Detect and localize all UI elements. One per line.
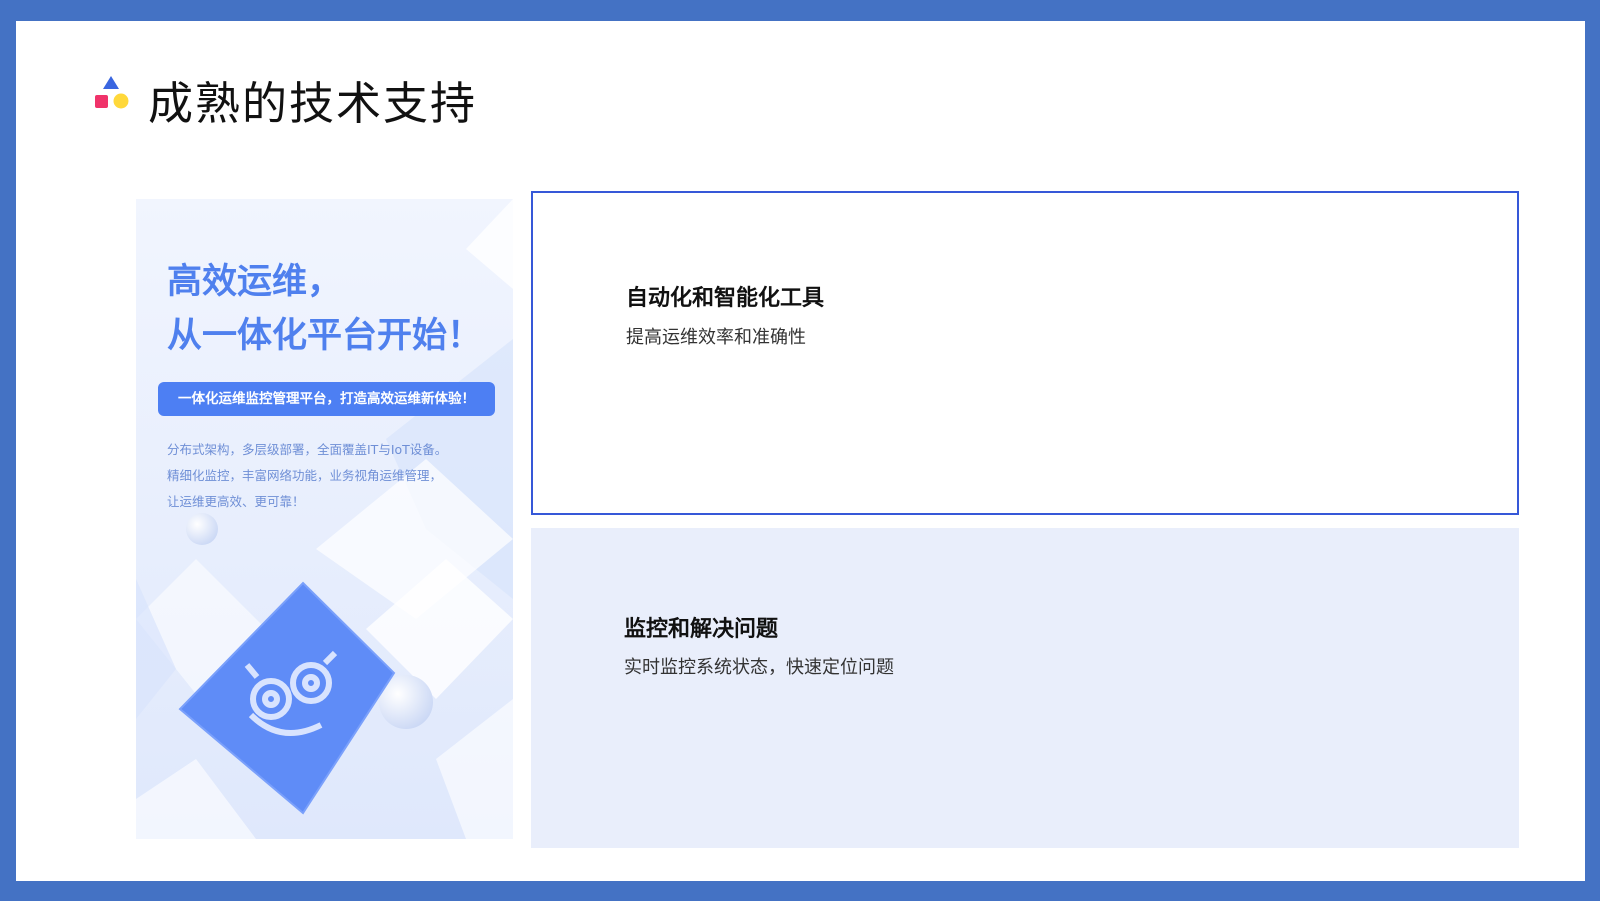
poster-banner: 一体化运维监控管理平台，打造高效运维新体验！ bbox=[158, 382, 495, 416]
desc-line: 精细化监控，丰富网络功能，业务视角运维管理， bbox=[167, 468, 443, 483]
headline-line-1: 高效运维， bbox=[167, 262, 343, 302]
page-title: 成熟的技术支持 bbox=[148, 77, 478, 130]
poster-description: 分布式架构，多层级部署，全面覆盖IT与IoT设备。 精细化监控，丰富网络功能，业… bbox=[167, 437, 447, 515]
poster-headline: 高效运维， 从一体化平台开始！ bbox=[167, 255, 482, 363]
desc-line: 让运维更高效、更可靠！ bbox=[167, 494, 305, 509]
card-subtitle: 实时监控系统状态，快速定位问题 bbox=[624, 657, 894, 678]
promo-poster: 高效运维， 从一体化平台开始！ 一体化运维监控管理平台，打造高效运维新体验！ 分… bbox=[136, 199, 513, 839]
headline-line-2: 从一体化平台开始！ bbox=[167, 316, 483, 356]
card-subtitle: 提高运维效率和准确性 bbox=[626, 327, 806, 348]
desc-line: 分布式架构，多层级部署，全面覆盖IT与IoT设备。 bbox=[167, 442, 448, 457]
card-title: 自动化和智能化工具 bbox=[626, 285, 825, 311]
slide: 成熟的技术支持 高效运维， 从一体化平台开始！ 一体化运维监控管理平台，打造高效… bbox=[16, 21, 1585, 881]
card-title: 监控和解决问题 bbox=[624, 616, 779, 642]
feature-card-automation: 自动化和智能化工具 提高运维效率和准确性 bbox=[531, 191, 1519, 515]
shapes-logo-icon bbox=[95, 76, 129, 109]
feature-card-monitoring: 监控和解决问题 实时监控系统状态，快速定位问题 bbox=[531, 528, 1519, 848]
